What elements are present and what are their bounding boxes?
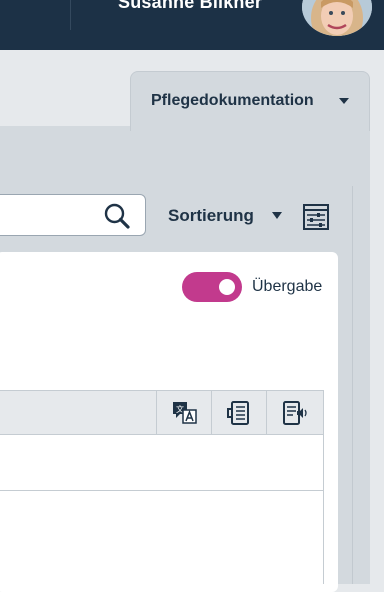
chevron-down-icon [339, 98, 349, 104]
filter-settings-icon[interactable] [302, 203, 330, 231]
panel-divider [352, 186, 353, 584]
handover-label: Übergabe [252, 278, 323, 295]
search-input[interactable] [0, 195, 103, 235]
tab-pflegedokumentation[interactable]: Pflegedokumentation [130, 71, 370, 131]
read-aloud-button[interactable] [266, 391, 321, 434]
document-button[interactable] [211, 391, 266, 434]
tab-label: Pflegedokumentation [151, 92, 314, 109]
user-name[interactable]: Susanne Bilkner [118, 0, 262, 13]
table-header: 文 [0, 391, 323, 435]
table-row-divider [0, 490, 323, 491]
translate-icon: 文 [173, 402, 197, 424]
sort-button[interactable]: Sortierung [168, 206, 254, 226]
top-bar-divider [70, 0, 71, 30]
document-icon [227, 401, 249, 425]
toggle-knob [219, 279, 235, 295]
handover-toggle[interactable] [182, 272, 242, 302]
chevron-down-icon[interactable] [272, 212, 282, 219]
read-aloud-icon [283, 401, 307, 425]
search-icon[interactable] [103, 202, 131, 230]
entries-table: 文 [0, 390, 324, 584]
search-field[interactable] [0, 194, 146, 236]
translate-button[interactable]: 文 [156, 391, 211, 434]
